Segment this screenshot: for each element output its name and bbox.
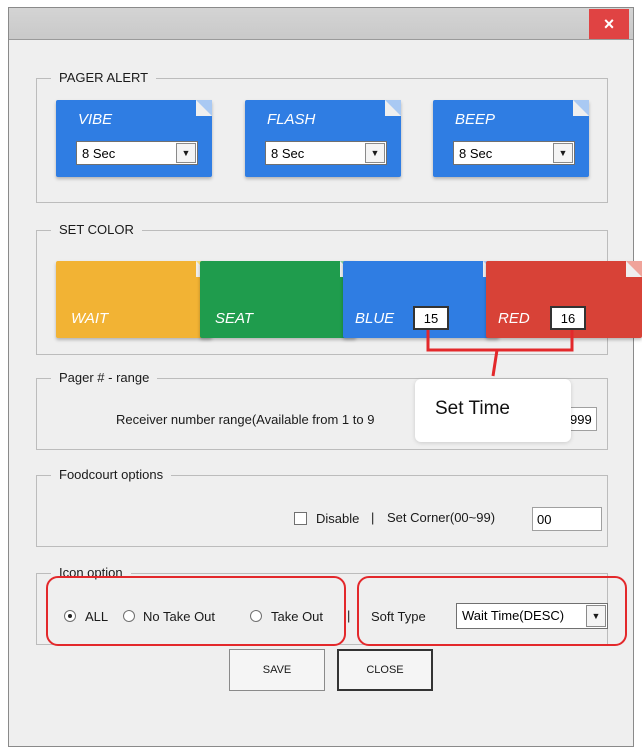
sort-highlight-annotation	[357, 576, 627, 646]
radio-highlight-annotation	[46, 576, 346, 646]
set-time-callout: Set Time	[415, 379, 571, 442]
